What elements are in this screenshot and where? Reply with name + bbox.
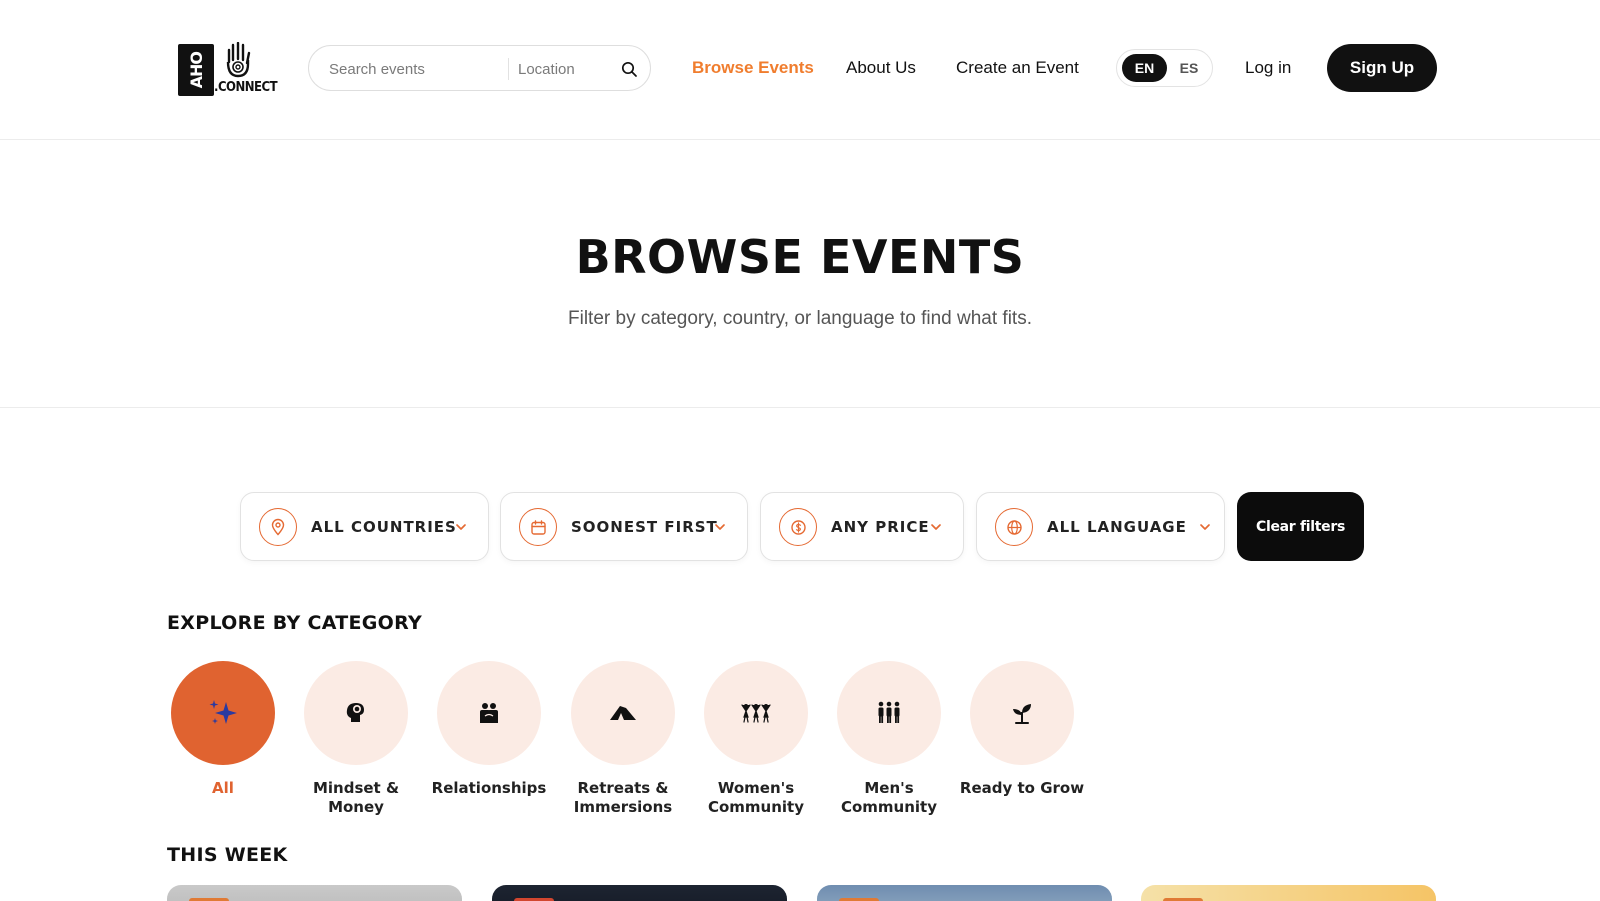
- clear-filters-button[interactable]: Clear filters: [1237, 492, 1364, 561]
- category-relationships-circle: [437, 661, 541, 765]
- filter-sort-label: SOONEST FIRST: [571, 518, 718, 536]
- category-mindset-label: Mindset & Money: [312, 779, 400, 816]
- category-grow-label: Ready to Grow: [959, 779, 1085, 797]
- chevron-down-icon: [715, 524, 725, 530]
- site-logo[interactable]: AHO .CONNECT: [178, 42, 278, 98]
- nav-about-us[interactable]: About Us: [846, 58, 916, 78]
- sparkles-icon: [209, 700, 237, 724]
- lang-es-button[interactable]: ES: [1169, 54, 1209, 82]
- category-mens-circle: [837, 661, 941, 765]
- event-card[interactable]: [167, 885, 462, 901]
- category-mens-label: Men's Community: [840, 779, 938, 816]
- price-icon: [779, 508, 817, 546]
- filter-countries[interactable]: ALL COUNTRIES: [240, 492, 489, 561]
- search-input[interactable]: [329, 58, 499, 80]
- women-group-icon: [741, 704, 771, 723]
- chevron-down-icon: [1200, 524, 1210, 530]
- people-icon: [480, 703, 498, 723]
- nav-browse-events[interactable]: Browse Events: [692, 58, 814, 78]
- login-link[interactable]: Log in: [1245, 58, 1291, 78]
- logo-mark-text: AHO: [186, 51, 206, 89]
- sprout-icon: [1013, 704, 1031, 724]
- this-week-heading: THIS WEEK: [167, 844, 288, 866]
- site-header: AHO .CONNECT Browse Events About Us Crea…: [0, 0, 1600, 140]
- category-relationships-label: Relationships: [431, 779, 547, 797]
- categories-heading: EXPLORE BY CATEGORY: [167, 612, 423, 634]
- mind-icon: [346, 703, 364, 722]
- category-womens-label: Women's Community: [707, 779, 805, 816]
- event-card[interactable]: [817, 885, 1112, 901]
- hero-section: BROWSE EVENTS Filter by category, countr…: [0, 140, 1600, 408]
- men-group-icon: [878, 701, 900, 723]
- calendar-icon: [519, 508, 557, 546]
- nav-create-event[interactable]: Create an Event: [956, 58, 1079, 78]
- category-grow-circle: [970, 661, 1074, 765]
- logo-mark: AHO: [178, 44, 214, 96]
- location-pin-icon: [259, 508, 297, 546]
- tent-icon: [610, 706, 636, 720]
- event-card[interactable]: [1141, 885, 1436, 901]
- page-subtitle: Filter by category, country, or language…: [568, 308, 1032, 329]
- category-all-circle: [171, 661, 275, 765]
- category-all-label: All: [212, 779, 234, 797]
- filter-price-label: ANY PRICE: [831, 518, 930, 536]
- search-button[interactable]: [617, 57, 641, 81]
- chevron-down-icon: [931, 524, 941, 530]
- category-retreats-label: Retreats & Immersions: [573, 779, 673, 816]
- hand-spiral-icon: [226, 42, 251, 78]
- filter-languages-label: ALL LANGUAGES: [1047, 518, 1185, 536]
- signup-button[interactable]: Sign Up: [1327, 44, 1437, 92]
- filter-sort[interactable]: SOONEST FIRST: [500, 492, 748, 561]
- filter-languages[interactable]: ALL LANGUAGES: [976, 492, 1225, 561]
- globe-icon: [995, 508, 1033, 546]
- logo-text: .CONNECT: [214, 80, 278, 95]
- filter-countries-label: ALL COUNTRIES: [311, 518, 457, 536]
- category-womens-circle: [704, 661, 808, 765]
- location-input[interactable]: [518, 58, 608, 80]
- chevron-down-icon: [456, 524, 466, 530]
- filter-price[interactable]: ANY PRICE: [760, 492, 964, 561]
- lang-en-button[interactable]: EN: [1122, 54, 1167, 82]
- category-retreats-circle: [571, 661, 675, 765]
- category-mindset-circle: [304, 661, 408, 765]
- search-divider: [508, 58, 509, 80]
- search-icon: [621, 61, 637, 77]
- event-card[interactable]: [492, 885, 787, 901]
- page-title: BROWSE EVENTS: [575, 230, 1025, 284]
- language-toggle: EN ES: [1116, 49, 1213, 87]
- search-bar: [308, 45, 651, 91]
